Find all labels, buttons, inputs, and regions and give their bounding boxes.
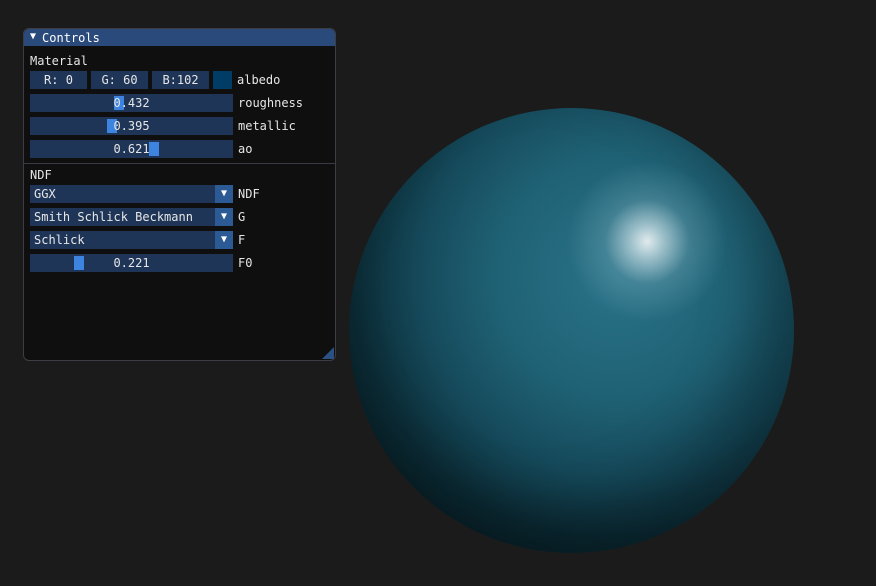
albedo-label: albedo [237, 73, 281, 87]
f-combo-value: Schlick [34, 233, 85, 247]
ao-label: ao [238, 142, 253, 156]
albedo-row: R: 0 G: 60 B:102 albedo [30, 71, 331, 89]
ao-slider[interactable]: 0.621 [30, 140, 233, 158]
f-label: F [238, 233, 246, 247]
window-titlebar[interactable]: ▼ Controls [24, 29, 335, 46]
f0-row: 0.221 F0 [30, 254, 331, 272]
roughness-value: 0.432 [113, 96, 150, 110]
f0-slider[interactable]: 0.221 [30, 254, 233, 272]
controls-window[interactable]: ▼ Controls Material R: 0 G: 60 B:102 alb… [23, 28, 336, 361]
metallic-slider[interactable]: 0.395 [30, 117, 233, 135]
albedo-b-input[interactable]: B:102 [152, 71, 209, 89]
window-content: Material R: 0 G: 60 B:102 albedo 0.432 r… [24, 53, 335, 272]
f-combo[interactable]: Schlick ▼ [30, 231, 233, 249]
metallic-row: 0.395 metallic [30, 117, 331, 135]
g-row: Smith Schlick Beckmann ▼ G [30, 208, 331, 226]
albedo-g-input[interactable]: G: 60 [91, 71, 148, 89]
roughness-row: 0.432 roughness [30, 94, 331, 112]
g-combo[interactable]: Smith Schlick Beckmann ▼ [30, 208, 233, 226]
rendered-sphere [349, 108, 794, 553]
window-title: Controls [42, 30, 100, 45]
material-section-label: Material [30, 54, 88, 68]
f0-slider-grab[interactable] [73, 256, 84, 270]
metallic-value: 0.395 [113, 119, 150, 133]
collapse-triangle-icon[interactable]: ▼ [30, 31, 36, 42]
f0-value: 0.221 [113, 256, 150, 270]
ndf-combo[interactable]: GGX ▼ [30, 185, 233, 203]
ndf-combo-value: GGX [34, 187, 56, 201]
roughness-slider[interactable]: 0.432 [30, 94, 233, 112]
chevron-down-icon[interactable]: ▼ [215, 185, 233, 203]
section-separator [24, 163, 335, 164]
f0-label: F0 [238, 256, 253, 270]
resize-grip-icon[interactable] [322, 347, 334, 359]
metallic-label: metallic [238, 119, 296, 133]
g-label: G [238, 210, 246, 224]
ndf-label: NDF [238, 187, 260, 201]
ao-row: 0.621 ao [30, 140, 331, 158]
albedo-color-swatch[interactable] [213, 71, 232, 89]
g-combo-value: Smith Schlick Beckmann [34, 210, 193, 224]
ndf-section-label: NDF [30, 168, 52, 182]
f-row: Schlick ▼ F [30, 231, 331, 249]
roughness-label: roughness [238, 96, 304, 110]
ndf-row: GGX ▼ NDF [30, 185, 331, 203]
ao-value: 0.621 [113, 142, 150, 156]
albedo-r-input[interactable]: R: 0 [30, 71, 87, 89]
chevron-down-icon[interactable]: ▼ [215, 208, 233, 226]
chevron-down-icon[interactable]: ▼ [215, 231, 233, 249]
ao-slider-grab[interactable] [149, 142, 160, 156]
